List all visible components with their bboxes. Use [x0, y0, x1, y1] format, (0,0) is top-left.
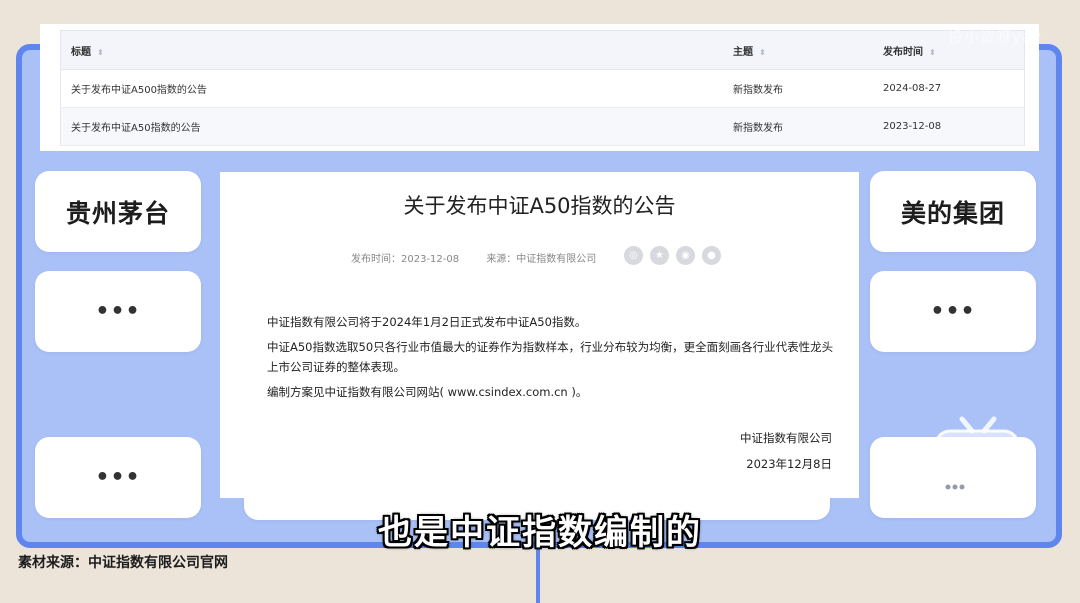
ellipsis-icon: •••: [930, 299, 976, 324]
row-date: 2023-12-08: [873, 107, 1025, 146]
paragraph: 中证指数有限公司将于2024年1月2日正式发布中证A50指数。: [267, 315, 587, 329]
table-row[interactable]: 关于发布中证A500指数的公告 新指数发布 2024-08-27: [60, 69, 1025, 108]
row-topic: 新指数发布: [723, 69, 873, 108]
paragraph: 编制方案见中证指数有限公司网站( www.csindex.com.cn )。: [267, 385, 588, 399]
card-right-company[interactable]: 美的集团: [870, 171, 1036, 252]
share-bar: ◎ ★ ◉ ●: [624, 246, 721, 265]
row-date: 2024-08-27: [873, 69, 1025, 108]
video-subtitle: 也是中证指数编制的: [378, 513, 702, 553]
tv-play-icon: [934, 416, 1020, 497]
document-signature: 中证指数有限公司: [740, 431, 832, 445]
column-header-label: 主题: [733, 46, 753, 58]
row-title-link[interactable]: 关于发布中证A500指数的公告: [60, 69, 723, 108]
document-sign-date: 2023年12月8日: [746, 457, 832, 471]
table-row[interactable]: 关于发布中证A50指数的公告 新指数发布 2023-12-08: [60, 107, 1025, 146]
column-header-label: 发布时间: [883, 46, 923, 58]
document-meta: 发布时间：2023-12-08 来源：中证指数有限公司: [351, 250, 620, 265]
sort-icon[interactable]: ⬍: [97, 48, 104, 57]
ellipsis-icon: •••: [95, 299, 141, 324]
card-right-title: 美的集团: [900, 198, 1005, 228]
announcement-list-panel: 标题 ⬍ 主题 ⬍ 发布时间 ⬍ 关于发布中证A500指数的公告 新指数发布 2024…: [40, 24, 1039, 151]
row-title-link[interactable]: 关于发布中证A50指数的公告: [60, 107, 723, 146]
paragraph: 中证A50指数选取50只各行业市值最大的证券作为指数样本，行业分布较为均衡，更全…: [267, 340, 834, 374]
row-topic: 新指数发布: [723, 107, 873, 146]
connector-line: [536, 548, 540, 603]
column-header-title[interactable]: 标题 ⬍: [60, 30, 723, 70]
column-header-topic[interactable]: 主题 ⬍: [723, 30, 873, 70]
document-body: 中证指数有限公司将于2024年1月2日正式发布中证A50指数。 中证A50指数选…: [267, 312, 837, 407]
card-right-more-1[interactable]: •••: [870, 271, 1036, 352]
channel-watermark: 投小资呀yav: [948, 28, 1042, 46]
document-title: 关于发布中证A50指数的公告: [403, 194, 676, 218]
table-header-row: 标题 ⬍ 主题 ⬍ 发布时间 ⬍: [60, 30, 1025, 70]
document-source: 来源：中证指数有限公司: [486, 254, 597, 265]
card-left-company[interactable]: 贵州茅台: [35, 171, 201, 252]
card-left-title: 贵州茅台: [65, 198, 170, 228]
ellipsis-icon: •••: [95, 465, 141, 490]
star-icon[interactable]: ★: [650, 246, 669, 265]
publish-time: 发布时间：2023-12-08: [351, 254, 460, 265]
weibo-icon[interactable]: ◉: [676, 246, 695, 265]
sort-icon[interactable]: ⬍: [759, 48, 766, 57]
source-note: 素材来源：中证指数有限公司官网: [18, 555, 228, 571]
announcement-document: 关于发布中证A50指数的公告 发布时间：2023-12-08 来源：中证指数有限…: [220, 172, 859, 498]
wechat-icon[interactable]: ◎: [624, 246, 643, 265]
column-header-label: 标题: [71, 46, 91, 58]
announcement-table: 标题 ⬍ 主题 ⬍ 发布时间 ⬍ 关于发布中证A500指数的公告 新指数发布 2024…: [60, 30, 1025, 146]
card-left-more-1[interactable]: •••: [35, 271, 201, 352]
qq-icon[interactable]: ●: [702, 246, 721, 265]
sort-icon[interactable]: ⬍: [929, 48, 936, 57]
